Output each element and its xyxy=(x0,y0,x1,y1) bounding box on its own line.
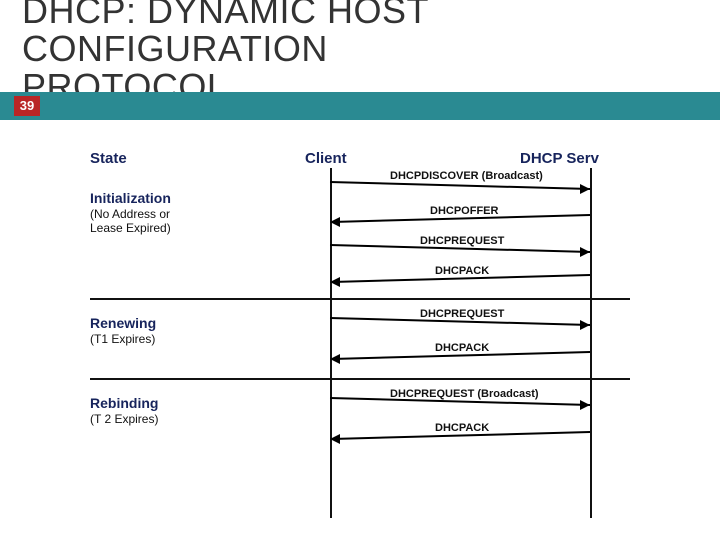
state-rebind-label: Rebinding xyxy=(90,395,158,411)
title-line-2: CONFIGURATION xyxy=(22,28,328,69)
separator-1 xyxy=(90,298,630,300)
state-renew-label: Renewing xyxy=(90,315,156,331)
dhcp-sequence-diagram: State Client DHCP Serv Initialization (N… xyxy=(90,150,630,520)
separator-2 xyxy=(90,378,630,380)
arrow-request-bc xyxy=(330,391,592,411)
state-init-sub2: Lease Expired) xyxy=(90,222,171,235)
slide-title: DHCP: DYNAMIC HOST CONFIGURATION PROTOCO… xyxy=(22,0,429,105)
col-header-state: State xyxy=(90,150,127,167)
state-init-sub1: (No Address or xyxy=(90,208,170,221)
page-number-badge: 39 xyxy=(14,96,40,116)
arrow-request2 xyxy=(330,311,592,331)
col-header-client: Client xyxy=(305,150,347,167)
arrow-discover xyxy=(330,175,592,195)
state-renew-sub1: (T1 Expires) xyxy=(90,333,155,346)
arrow-request xyxy=(330,238,592,258)
title-line-1: DHCP: DYNAMIC HOST xyxy=(22,0,429,31)
arrow-ack1 xyxy=(330,268,592,288)
arrow-ack2 xyxy=(330,345,592,365)
accent-bar xyxy=(0,92,720,120)
state-rebind-sub1: (T 2 Expires) xyxy=(90,413,158,426)
arrow-ack3 xyxy=(330,425,592,445)
state-init-label: Initialization xyxy=(90,190,171,206)
arrow-offer xyxy=(330,208,592,228)
col-header-server: DHCP Serv xyxy=(520,150,599,167)
